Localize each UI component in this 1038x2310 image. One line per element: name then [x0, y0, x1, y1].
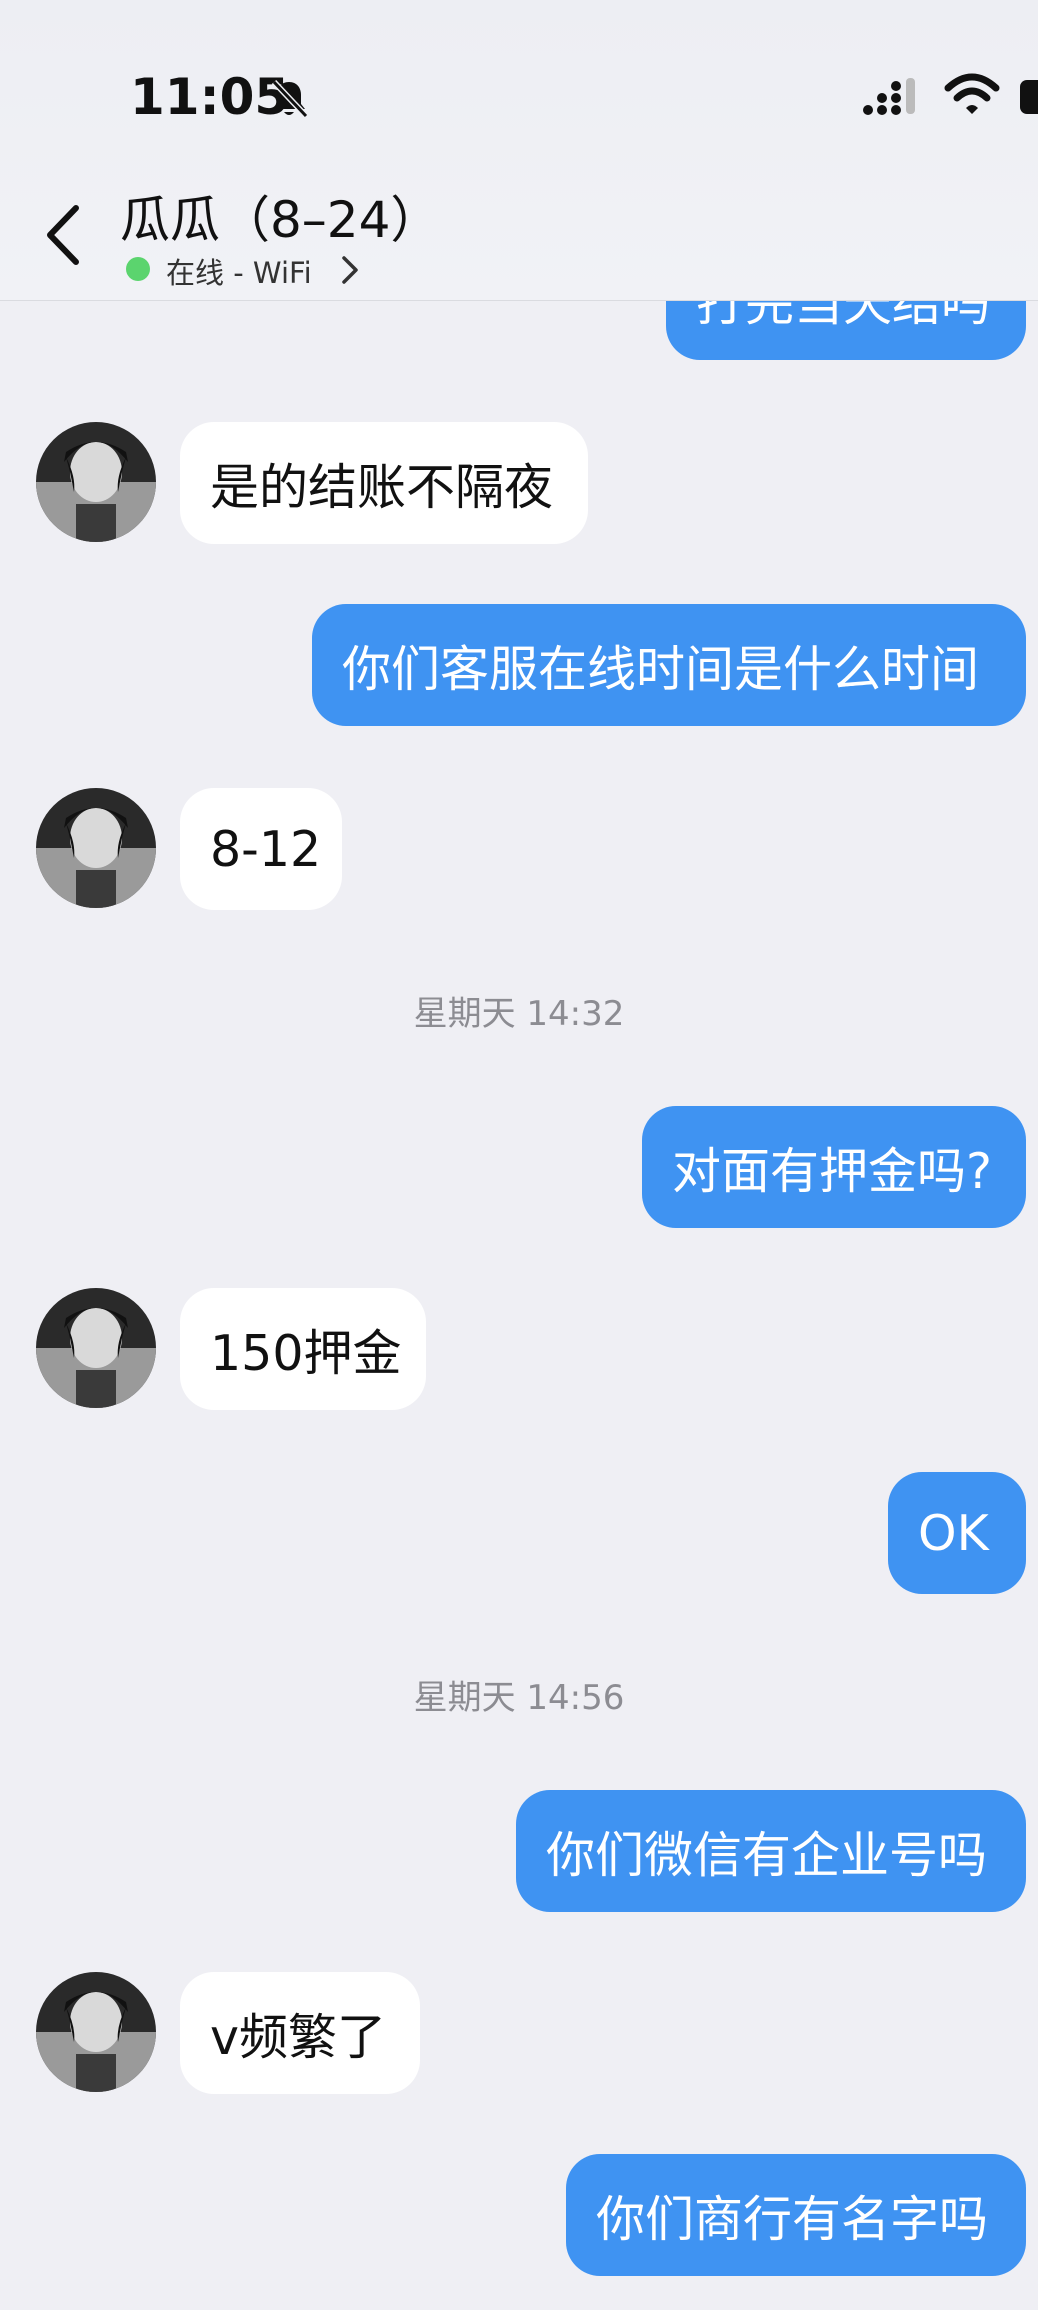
contact-avatar[interactable] [36, 788, 156, 908]
online-status-text[interactable]: 在线 - WiFi [166, 250, 312, 292]
message-bubble-incoming[interactable]: 150押金 [180, 1288, 426, 1410]
avatar-image [36, 1288, 156, 1408]
chat-header: 11:05 瓜瓜（8–24） 在线 - WiFi [0, 0, 1038, 301]
message-text: 你们客服在线时间是什么时间 [342, 640, 980, 698]
contact-avatar[interactable] [36, 1288, 156, 1408]
wifi-icon [944, 73, 1000, 114]
message-text: v频繁了 [210, 2008, 386, 2066]
message-bubble-outgoing[interactable]: 你们商行有名字吗 [566, 2154, 1026, 2276]
contact-avatar[interactable] [36, 422, 156, 542]
message-text: 是的结账不隔夜 [210, 458, 554, 516]
message-bubble-outgoing[interactable]: 对面有押金吗? [642, 1106, 1026, 1228]
contact-avatar[interactable] [36, 1972, 156, 2092]
message-bubble-incoming[interactable]: v频繁了 [180, 1972, 420, 2094]
message-bubble-outgoing[interactable]: OK [888, 1472, 1026, 1594]
signal-icon [863, 78, 915, 115]
message-bubble-incoming[interactable]: 是的结账不隔夜 [180, 422, 588, 544]
avatar-image [36, 1972, 156, 2092]
message-text: 对面有押金吗? [672, 1142, 993, 1200]
contact-name[interactable]: 瓜瓜（8–24） [120, 180, 440, 252]
message-text: 8-12 [210, 820, 322, 878]
chevron-right-icon[interactable] [338, 252, 362, 288]
message-text: 你们商行有名字吗 [596, 2190, 989, 2248]
message-text: OK [918, 1504, 989, 1562]
message-timestamp: 星期天 14:32 [413, 994, 625, 1034]
back-chevron-icon[interactable] [40, 200, 86, 270]
message-text: 你们微信有企业号吗 [546, 1826, 988, 1884]
message-bubble-incoming[interactable]: 8-12 [180, 788, 342, 910]
message-timestamp: 星期天 14:56 [413, 1678, 625, 1718]
battery-icon [1020, 80, 1038, 114]
avatar-image [36, 422, 156, 542]
message-bubble-outgoing[interactable]: 你们微信有企业号吗 [516, 1790, 1026, 1912]
bell-slash-icon [271, 79, 309, 119]
message-text: 150押金 [210, 1324, 402, 1382]
status-bar-time: 11:05 [130, 68, 290, 126]
online-indicator [126, 257, 150, 281]
avatar-image [36, 788, 156, 908]
message-bubble-outgoing[interactable]: 你们客服在线时间是什么时间 [312, 604, 1026, 726]
